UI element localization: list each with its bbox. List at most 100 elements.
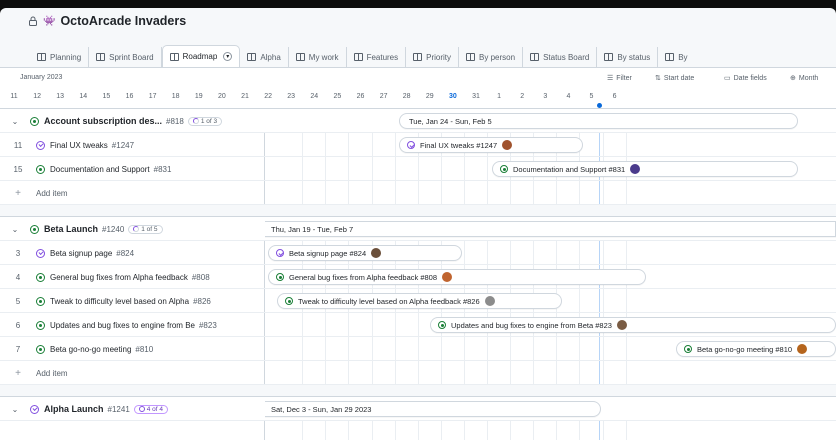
day-label: 26 bbox=[356, 93, 365, 100]
item-title[interactable]: Updates and bug fixes to engine from Be bbox=[50, 321, 195, 330]
day-label: 14 bbox=[79, 93, 88, 100]
table-row[interactable]: 15 Documentation and Support #831 Docume… bbox=[0, 157, 836, 181]
day-label: 23 bbox=[287, 93, 296, 100]
group-header: ⌄ Account subscription des... #818 1 of … bbox=[0, 109, 264, 133]
tab-sprint-board[interactable]: Sprint Board bbox=[89, 47, 162, 67]
tab-by-person[interactable]: By person bbox=[459, 47, 524, 67]
timeline-bar[interactable]: General bug fixes from Alpha feedback #8… bbox=[268, 269, 646, 285]
tab-label: Sprint Board bbox=[109, 52, 154, 62]
avatar bbox=[616, 320, 627, 330]
avatar bbox=[797, 344, 808, 354]
item-number: #823 bbox=[198, 320, 217, 330]
item-title[interactable]: Documentation and Support bbox=[50, 165, 150, 174]
timeline-bar[interactable]: Tue, Jan 24 - Sun, Feb 5 bbox=[399, 113, 798, 129]
project-title-row: 👾 OctoArcade Invaders bbox=[28, 13, 186, 29]
sort-start-date-button[interactable]: ⇅ Start date bbox=[655, 74, 694, 83]
date-fields-button[interactable]: ▭ Date fields bbox=[724, 74, 767, 83]
plus-icon[interactable]: + bbox=[0, 368, 36, 379]
day-label: 30 bbox=[448, 93, 457, 100]
table-row[interactable]: 3 Beta signup page #824 Beta signup page… bbox=[0, 241, 836, 265]
day-label: 16 bbox=[125, 93, 134, 100]
add-item-row[interactable]: + Add item bbox=[0, 181, 836, 205]
timeline-bar[interactable]: Beta go-no-go meeting #810 bbox=[676, 341, 836, 357]
group-row-account-subscription[interactable]: ⌄ Account subscription des... #818 1 of … bbox=[0, 109, 836, 133]
item-number: #808 bbox=[191, 272, 210, 282]
tab-features[interactable]: Features bbox=[347, 47, 407, 67]
tab-by-status[interactable]: By status bbox=[597, 47, 659, 67]
item-title[interactable]: Beta go-no-go meeting bbox=[50, 345, 131, 354]
timeline-bar[interactable]: Beta signup page #824 bbox=[268, 245, 462, 261]
timeline-bar[interactable]: Thu, Jan 19 - Tue, Feb 7 bbox=[265, 221, 836, 237]
tab-status-board[interactable]: Status Board bbox=[523, 47, 598, 67]
day-label: 25 bbox=[333, 93, 342, 100]
group-title: Beta Launch bbox=[44, 224, 99, 234]
open-issue-icon bbox=[276, 273, 284, 281]
item-title[interactable]: General bug fixes from Alpha feedback bbox=[50, 273, 188, 282]
zoom-label: Month bbox=[798, 74, 819, 82]
filter-label: Filter bbox=[616, 74, 632, 82]
progress-badge: 1 of 3 bbox=[187, 116, 223, 126]
group-row-beta-launch[interactable]: ⌄ Beta Launch #1240 1 of 5 Thu, Jan 19 -… bbox=[0, 217, 836, 241]
closed-issue-icon bbox=[407, 141, 415, 149]
tab-label: Status Board bbox=[543, 52, 590, 62]
open-issue-icon bbox=[500, 165, 508, 173]
row-number: 7 bbox=[15, 344, 21, 354]
progress-ring-icon bbox=[138, 406, 145, 412]
closed-issue-icon bbox=[36, 140, 45, 150]
plus-icon[interactable]: + bbox=[0, 188, 36, 199]
chevron-down-icon[interactable]: ⌄ bbox=[0, 225, 30, 234]
bar-label: Final UX tweaks #1247 bbox=[420, 140, 498, 150]
closed-issue-icon bbox=[276, 249, 284, 257]
group-header: ⌄ Beta Launch #1240 1 of 5 bbox=[0, 217, 264, 241]
day-label: 6 bbox=[612, 93, 617, 100]
date-fields-label: Date fields bbox=[733, 74, 767, 82]
add-item-label[interactable]: Add item bbox=[36, 189, 68, 198]
row-number: 5 bbox=[15, 296, 21, 306]
item-title[interactable]: Beta signup page bbox=[50, 249, 112, 258]
bar-label: Updates and bug fixes to engine from Bet… bbox=[451, 320, 612, 330]
range-label: Tue, Jan 24 - Sun, Feb 5 bbox=[409, 116, 492, 126]
group-row-alpha-launch[interactable]: ⌄ Alpha Launch #1241 4 of 4 Sat, Dec 3 -… bbox=[0, 397, 836, 421]
tab-roadmap[interactable]: Roadmap ▾ bbox=[161, 45, 241, 67]
table-row[interactable]: 7 Beta go-no-go meeting #810 Beta go-no-… bbox=[0, 337, 836, 361]
zoom-month-button[interactable]: ⊕ Month bbox=[790, 74, 819, 83]
timeline-bar[interactable]: Final UX tweaks #1247 bbox=[399, 137, 583, 153]
closed-issue-icon bbox=[30, 404, 39, 414]
table-row[interactable]: 4 General bug fixes from Alpha feedback … bbox=[0, 265, 836, 289]
tab-my-work[interactable]: My work bbox=[289, 47, 347, 67]
timeline-bar[interactable]: Tweak to difficulty level based on Alpha… bbox=[277, 293, 562, 309]
month-label: January 2023 bbox=[20, 74, 63, 81]
table-row[interactable]: 6 Updates and bug fixes to engine from B… bbox=[0, 313, 836, 337]
open-issue-icon bbox=[36, 320, 45, 330]
tab-planning[interactable]: Planning bbox=[30, 47, 90, 67]
item-number: #824 bbox=[116, 248, 135, 258]
tab-by-more[interactable]: By bbox=[658, 47, 694, 67]
day-label: 4 bbox=[566, 93, 571, 100]
chevron-down-icon[interactable]: ⌄ bbox=[0, 405, 30, 414]
progress-label: 1 of 5 bbox=[141, 225, 158, 233]
project-title: OctoArcade Invaders bbox=[60, 14, 187, 28]
open-issue-icon bbox=[36, 296, 45, 306]
chevron-down-icon[interactable]: ▾ bbox=[223, 52, 233, 61]
tab-label: My work bbox=[308, 52, 339, 62]
item-title[interactable]: Tweak to difficulty level based on Alpha bbox=[50, 297, 189, 306]
add-item-row[interactable]: + Add item bbox=[0, 361, 836, 385]
filter-button[interactable]: ☰ Filter bbox=[607, 74, 632, 83]
item-cell: 4 General bug fixes from Alpha feedback … bbox=[0, 265, 264, 289]
tab-priority[interactable]: Priority bbox=[406, 47, 460, 67]
progress-label: 4 of 4 bbox=[146, 405, 164, 413]
group-number: #1241 bbox=[107, 404, 130, 414]
chevron-down-icon[interactable]: ⌄ bbox=[0, 117, 30, 126]
day-label: 2 bbox=[520, 93, 525, 100]
range-label: Thu, Jan 19 - Tue, Feb 7 bbox=[271, 224, 354, 234]
table-row[interactable]: 11 Final UX tweaks #1247 Final UX tweaks… bbox=[0, 133, 836, 157]
timeline-bar[interactable]: Sat, Dec 3 - Sun, Jan 29 2023 bbox=[265, 401, 601, 417]
timeline-bar[interactable]: Updates and bug fixes to engine from Bet… bbox=[430, 317, 836, 333]
item-title[interactable]: Final UX tweaks bbox=[50, 141, 108, 150]
timeline-bar[interactable]: Documentation and Support #831 bbox=[492, 161, 798, 177]
table-row[interactable]: 5 Tweak to difficulty level based on Alp… bbox=[0, 289, 836, 313]
tab-label: Features bbox=[366, 52, 399, 62]
day-label: 21 bbox=[241, 93, 249, 100]
tab-alpha[interactable]: Alpha bbox=[240, 47, 289, 67]
add-item-label[interactable]: Add item bbox=[36, 369, 68, 378]
